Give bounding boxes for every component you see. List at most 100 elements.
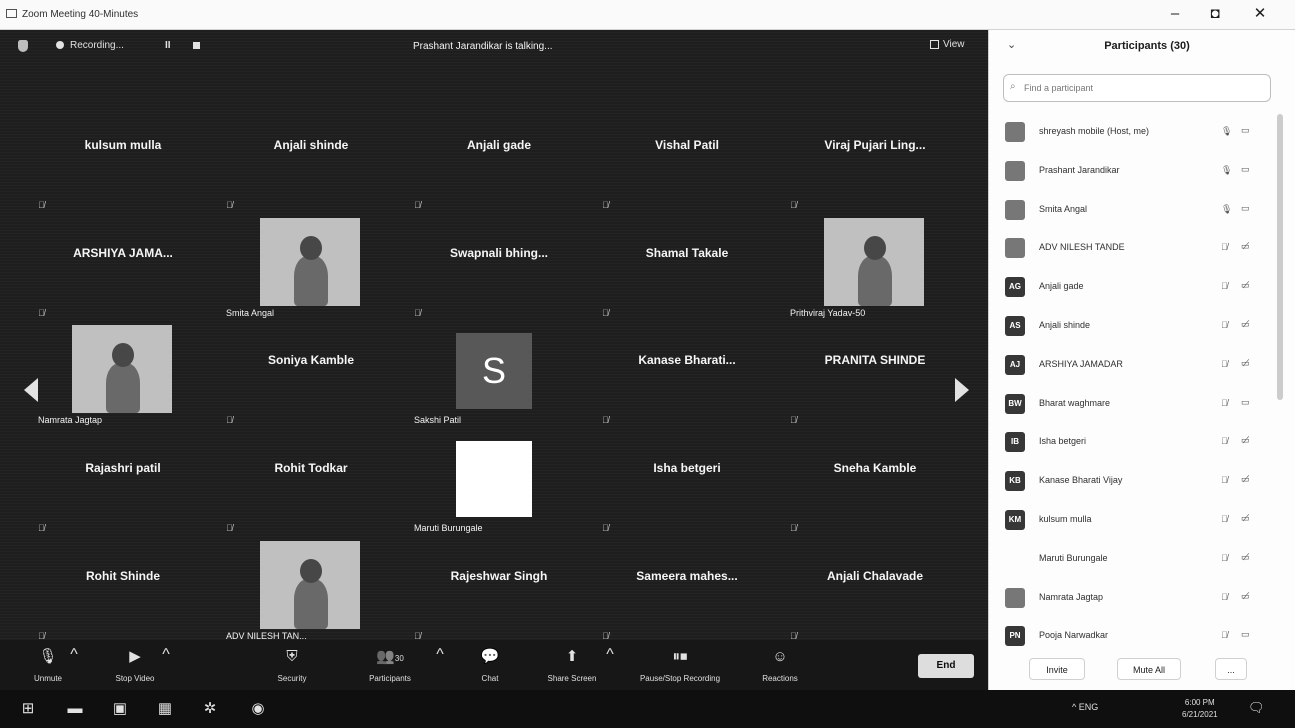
- more-options-button[interactable]: ...: [1215, 658, 1247, 680]
- pause-recording-icon[interactable]: II: [165, 40, 171, 51]
- video-tile[interactable]: Sneha Kamble 🎙̸: [784, 441, 966, 541]
- participants-button[interactable]: 👥30 Participants: [350, 646, 430, 683]
- participant-list-scrollbar[interactable]: [1277, 114, 1283, 400]
- video-tile[interactable]: Namrata Jagtap: [32, 325, 214, 433]
- minimize-button[interactable]: –: [1155, 2, 1195, 26]
- clock-date: 6/21/2021: [1182, 710, 1218, 719]
- view-label: View: [943, 39, 965, 50]
- recording-indicator: Recording...: [56, 40, 124, 51]
- person-silhouette: [294, 256, 328, 306]
- person-head: [112, 343, 134, 367]
- teams-taskbar-icon[interactable]: ✲: [200, 699, 220, 719]
- zoom-taskbar-icon[interactable]: ▦: [155, 699, 175, 719]
- muted-mic-icon: 🎙̸: [1221, 630, 1228, 641]
- participant-row[interactable]: Prashant Jarandikar 🎙 ▭: [1001, 153, 1279, 192]
- end-meeting-button[interactable]: End: [918, 654, 974, 678]
- participant-row[interactable]: Smita Angal 🎙 ▭: [1001, 192, 1279, 231]
- video-tile[interactable]: Shamal Takale 🎙̸: [596, 226, 778, 326]
- video-tile[interactable]: Isha betgeri 🎙̸: [596, 441, 778, 541]
- audio-options-chevron-icon[interactable]: ^: [68, 646, 80, 664]
- video-tile[interactable]: Rohit Todkar 🎙̸: [220, 441, 402, 541]
- participant-row[interactable]: BW Bharat waghmare 🎙̸ ▭: [1001, 386, 1279, 425]
- participant-row[interactable]: AS Anjali shinde 🎙̸ ▭̸: [1001, 308, 1279, 347]
- participant-avatar: KB: [1005, 471, 1025, 492]
- video-tile[interactable]: PRANITA SHINDE 🎙̸: [784, 333, 966, 433]
- video-tile[interactable]: Viraj Pujari Ling... 🎙̸: [784, 118, 966, 218]
- video-tile[interactable]: Prithviraj Yadav-50: [784, 218, 966, 326]
- stop-video-label: Stop Video: [115, 674, 155, 683]
- participant-name: Prashant Jarandikar: [1039, 164, 1120, 175]
- taskbar-app-icon[interactable]: ▣: [110, 699, 130, 719]
- video-tile[interactable]: Swapnali bhing... 🎙̸: [408, 226, 590, 326]
- video-options-chevron-icon[interactable]: ^: [160, 646, 172, 664]
- video-tile[interactable]: ARSHIYA JAMA... 🎙̸: [32, 226, 214, 326]
- participant-row[interactable]: AG Anjali gade 🎙̸ ▭̸: [1001, 269, 1279, 308]
- start-windows-icon[interactable]: ⊞: [18, 699, 38, 719]
- tile-participant-name: Soniya Kamble: [267, 353, 355, 367]
- muted-mic-icon: 🎙̸: [38, 308, 45, 318]
- stop-recording-icon[interactable]: [193, 42, 200, 49]
- tile-participant-name: Anjali shinde: [273, 138, 349, 152]
- invite-button[interactable]: Invite: [1029, 658, 1085, 680]
- video-tile[interactable]: kulsum mulla 🎙̸: [32, 118, 214, 218]
- muted-mic-icon: 🎙̸: [1221, 397, 1228, 408]
- video-tile[interactable]: Soniya Kamble 🎙̸: [220, 333, 402, 433]
- video-tile[interactable]: Rajashri patil 🎙̸: [32, 441, 214, 541]
- muted-mic-icon: 🎙̸: [1221, 513, 1228, 524]
- muted-mic-icon: 🎙̸: [414, 308, 421, 318]
- view-button[interactable]: View: [930, 39, 965, 50]
- participants-chevron-icon[interactable]: ^: [434, 646, 446, 664]
- tile-participant-name: Prithviraj Yadav-50: [790, 308, 866, 318]
- video-tile[interactable]: Sameera mahes... 🎙̸: [596, 549, 778, 649]
- share-options-chevron-icon[interactable]: ^: [604, 646, 616, 664]
- video-off-icon: ▭̸: [1241, 357, 1250, 368]
- video-tile[interactable]: Rajeshwar Singh 🎙̸: [408, 549, 590, 649]
- video-tile[interactable]: Rohit Shinde 🎙̸: [32, 549, 214, 649]
- pause-stop-recording-button[interactable]: ⏸⏹ Pause/Stop Recording: [625, 646, 735, 683]
- participant-row[interactable]: IB Isha betgeri 🎙̸ ▭̸: [1001, 424, 1279, 463]
- video-tile[interactable]: Vishal Patil 🎙̸: [596, 118, 778, 218]
- participant-row[interactable]: AJ ARSHIYA JAMADAR 🎙̸ ▭̸: [1001, 347, 1279, 386]
- chat-button[interactable]: 💬 Chat: [450, 646, 530, 683]
- security-button[interactable]: ⛨ Security: [252, 646, 332, 683]
- taskbar-clock[interactable]: 6:00 PM 6/21/2021: [1182, 697, 1218, 721]
- tile-participant-name: Rohit Todkar: [274, 461, 348, 475]
- muted-mic-icon: 🎙̸: [1221, 475, 1228, 486]
- chrome-taskbar-icon[interactable]: ◉: [248, 699, 268, 719]
- participant-row[interactable]: Maruti Burungale 🎙̸ ▭̸: [1001, 541, 1279, 580]
- close-button[interactable]: ✕: [1240, 2, 1280, 26]
- mute-all-button[interactable]: Mute All: [1117, 658, 1181, 680]
- video-tile[interactable]: Kanase Bharati... 🎙̸: [596, 333, 778, 433]
- reactions-label: Reactions: [762, 674, 798, 683]
- video-tile[interactable]: Smita Angal: [220, 218, 402, 326]
- maximize-button[interactable]: ◘: [1195, 2, 1235, 26]
- system-tray[interactable]: ^ ENG: [1072, 702, 1098, 712]
- tile-participant-name: PRANITA SHINDE: [824, 353, 926, 367]
- tile-participant-name: Anjali gade: [466, 138, 531, 152]
- video-tile[interactable]: Anjali gade 🎙̸: [408, 118, 590, 218]
- video-tile[interactable]: Anjali Chalavade 🎙̸: [784, 549, 966, 649]
- notification-icon[interactable]: 🗨: [1248, 700, 1265, 716]
- share-screen-button[interactable]: ⬆ Share Screen: [532, 646, 612, 683]
- video-tile[interactable]: Maruti Burungale: [408, 441, 590, 541]
- meeting-top-bar: Recording... II Prashant Jarandikar is t…: [0, 30, 988, 62]
- participant-row[interactable]: ADV NILESH TANDE 🎙̸ ▭̸: [1001, 230, 1279, 269]
- participant-search[interactable]: ⌕: [1003, 74, 1271, 102]
- participant-row[interactable]: KB Kanase Bharati Vijay 🎙̸ ▭̸: [1001, 463, 1279, 502]
- video-camera-icon: ▭: [1241, 202, 1250, 213]
- encryption-shield-icon[interactable]: [18, 40, 28, 52]
- video-tile[interactable]: S Sakshi Patil: [408, 333, 590, 433]
- video-tile[interactable]: ADV NILESH TAN...: [220, 541, 402, 649]
- participant-name: Isha betgeri: [1039, 436, 1087, 447]
- participant-row[interactable]: KM kulsum mulla 🎙̸ ▭̸: [1001, 502, 1279, 541]
- video-tile[interactable]: Anjali shinde 🎙̸: [220, 118, 402, 218]
- video-off-icon: ▭̸: [1241, 318, 1250, 329]
- muted-mic-icon: 🎙̸: [602, 415, 609, 425]
- reactions-button[interactable]: ☺ Reactions: [740, 646, 820, 683]
- participant-avatar: PN: [1005, 626, 1025, 647]
- participant-row[interactable]: shreyash mobile (Host, me) 🎙 ▭: [1001, 114, 1279, 153]
- participant-search-input[interactable]: [1024, 79, 1264, 97]
- participant-name: Pooja Narwadkar: [1039, 630, 1109, 641]
- participant-row[interactable]: Namrata Jagtap 🎙̸ ▭̸: [1001, 580, 1279, 619]
- file-explorer-icon[interactable]: ▬: [65, 699, 85, 719]
